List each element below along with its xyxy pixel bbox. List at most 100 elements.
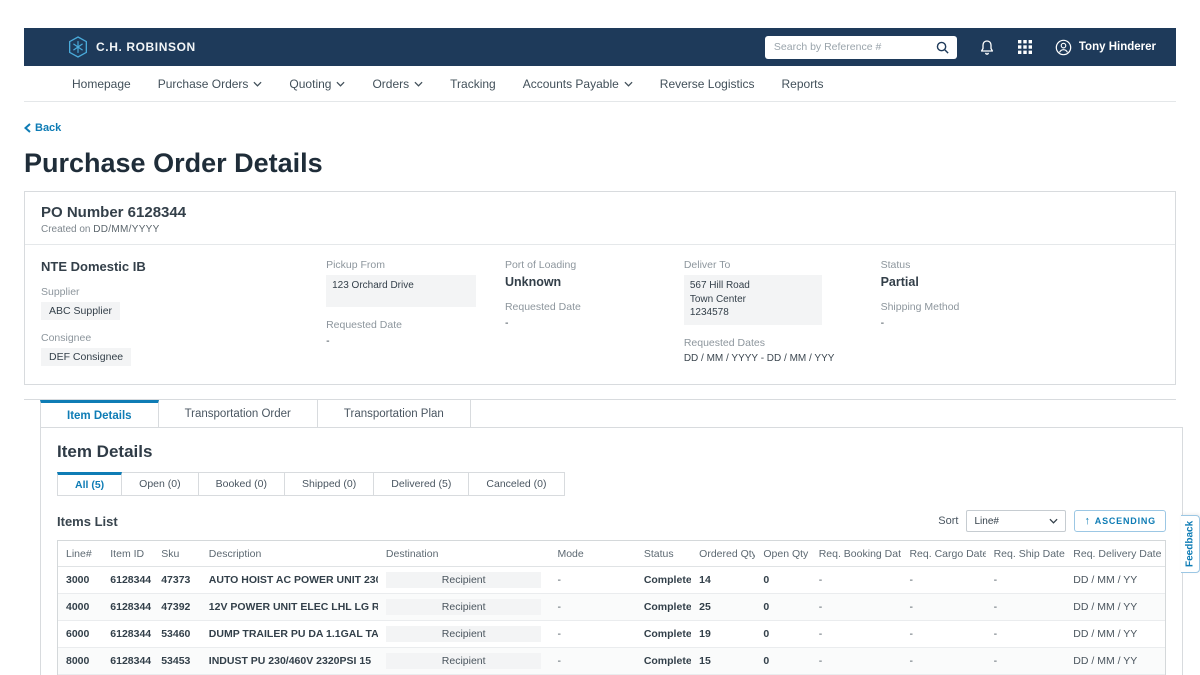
col-sku: Sku (153, 541, 201, 567)
col-line: Line# (58, 541, 102, 567)
nav-accounts-payable[interactable]: Accounts Payable (523, 77, 633, 91)
nav-tracking[interactable]: Tracking (450, 77, 496, 91)
cell-req-booking-date: - (811, 567, 902, 594)
cell-open-qty: 0 (755, 621, 810, 648)
col-status: Status (636, 541, 691, 567)
feedback-button[interactable]: Feedback (1181, 515, 1200, 573)
items-list-heading: Items List (57, 514, 118, 529)
cell-destination: Recipient (378, 621, 550, 648)
port-requested-date-label: Requested Date (505, 301, 684, 313)
filter-tab-shipped[interactable]: Shipped (0) (285, 472, 374, 496)
cell-description: DUMP TRAILER PU DA 1.1GAL TANK (201, 621, 378, 648)
filter-tab-canceled[interactable]: Canceled (0) (469, 472, 564, 496)
global-search (765, 36, 957, 59)
requested-dates-label: Requested Dates (684, 337, 881, 349)
cell-line: 8000 (58, 648, 102, 675)
detail-tabs-section: Item Details Transportation Order Transp… (24, 399, 1176, 675)
nav-orders[interactable]: Orders (372, 77, 423, 91)
pickup-from-label: Pickup From (326, 259, 505, 271)
cell-req-ship-date: - (986, 594, 1066, 621)
sort-direction-button[interactable]: ↑ ASCENDING (1074, 510, 1166, 532)
detail-tabstrip: Item Details Transportation Order Transp… (24, 400, 1176, 428)
cell-sku: 53453 (153, 648, 201, 675)
items-table: Line# Item ID Sku Description Destinatio… (57, 540, 1166, 675)
cell-mode: - (549, 567, 635, 594)
cell-req-booking-date: - (811, 621, 902, 648)
search-input[interactable] (765, 36, 957, 59)
cell-item-id: 6128344 (102, 621, 153, 648)
nav-homepage[interactable]: Homepage (72, 77, 131, 91)
col-req-delivery-date: Req. Delivery Date (1065, 541, 1165, 567)
cell-status: Complete (636, 621, 691, 648)
cell-req-cargo-date: - (901, 567, 985, 594)
col-description: Description (201, 541, 378, 567)
arrow-up-icon: ↑ (1084, 515, 1090, 527)
cell-status: Complete (636, 594, 691, 621)
status-value: Partial (881, 275, 1159, 289)
sort-controls: Sort Line# ↑ ASCENDING (938, 510, 1166, 532)
supplier-label: Supplier (41, 286, 326, 298)
cell-req-ship-date: - (986, 648, 1066, 675)
deliver-to-label: Deliver To (684, 259, 881, 271)
cell-ordered-qty: 15 (691, 648, 755, 675)
app-header: C.H. ROBINSON (24, 28, 1176, 66)
page-title: Purchase Order Details (24, 148, 1176, 179)
deliver-to-value: 567 Hill Road Town Center 1234578 (684, 275, 822, 325)
tab-transportation-order[interactable]: Transportation Order (159, 400, 318, 429)
user-menu[interactable]: Tony Hinderer (1055, 39, 1156, 56)
cell-req-booking-date: - (811, 648, 902, 675)
cell-ordered-qty: 25 (691, 594, 755, 621)
cell-req-cargo-date: - (901, 594, 985, 621)
table-row: 8000 6128344 53453 INDUST PU 230/460V 23… (58, 648, 1165, 675)
cell-req-cargo-date: - (901, 621, 985, 648)
filter-tab-all[interactable]: All (5) (57, 472, 122, 496)
port-requested-date-value: - (505, 317, 684, 329)
po-summary-card: PO Number 6128344 Created on DD/MM/YYYY … (24, 191, 1176, 385)
col-req-ship-date: Req. Ship Date (986, 541, 1066, 567)
nav-reverse-logistics[interactable]: Reverse Logistics (660, 77, 755, 91)
col-req-cargo-date: Req. Cargo Date (901, 541, 985, 567)
supplier-value: ABC Supplier (41, 302, 120, 320)
col-mode: Mode (549, 541, 635, 567)
cell-req-delivery-date: DD / MM / YY (1065, 567, 1165, 594)
brand-logo[interactable]: C.H. ROBINSON (68, 36, 196, 58)
status-label: Status (881, 259, 1159, 271)
table-row: 4000 6128344 47392 12V POWER UNIT ELEC L… (58, 594, 1165, 621)
item-details-heading: Item Details (57, 442, 1166, 462)
cell-sku: 47392 (153, 594, 201, 621)
cell-sku: 47373 (153, 567, 201, 594)
cell-req-cargo-date: - (901, 648, 985, 675)
filter-tab-booked[interactable]: Booked (0) (199, 472, 285, 496)
table-row: 6000 6128344 53460 DUMP TRAILER PU DA 1.… (58, 621, 1165, 648)
cell-ordered-qty: 19 (691, 621, 755, 648)
nav-quoting[interactable]: Quoting (289, 77, 345, 91)
search-icon[interactable] (935, 40, 950, 60)
items-table-body: 3000 6128344 47373 AUTO HOIST AC POWER U… (58, 567, 1165, 675)
cell-description: INDUST PU 230/460V 2320PSI 15 (201, 648, 378, 675)
nav-purchase-orders[interactable]: Purchase Orders (158, 77, 263, 91)
cell-req-delivery-date: DD / MM / YY (1065, 648, 1165, 675)
cell-req-ship-date: - (986, 621, 1066, 648)
tab-transportation-plan[interactable]: Transportation Plan (318, 400, 471, 429)
cell-open-qty: 0 (755, 648, 810, 675)
back-link[interactable]: Back (24, 122, 61, 134)
brand-name: C.H. ROBINSON (96, 40, 196, 54)
notifications-bell-icon[interactable] (979, 39, 995, 56)
cell-line: 6000 (58, 621, 102, 648)
filter-tab-delivered[interactable]: Delivered (5) (374, 472, 469, 496)
cell-mode: - (549, 594, 635, 621)
apps-grid-icon[interactable] (1017, 39, 1033, 55)
tab-item-details[interactable]: Item Details (40, 400, 159, 429)
nav-reports[interactable]: Reports (782, 77, 824, 91)
requested-dates-value: DD / MM / YYYY - DD / MM / YYY (684, 353, 881, 364)
order-type: NTE Domestic IB (41, 259, 326, 274)
po-number: PO Number 6128344 (41, 204, 1159, 221)
filter-tab-open[interactable]: Open (0) (122, 472, 198, 496)
cell-line: 4000 (58, 594, 102, 621)
sort-select[interactable]: Line# (966, 510, 1066, 532)
cell-sku: 53460 (153, 621, 201, 648)
cell-destination: Recipient (378, 648, 550, 675)
col-req-booking-date: Req. Booking Date (811, 541, 902, 567)
cell-ordered-qty: 14 (691, 567, 755, 594)
sort-label: Sort (938, 515, 958, 527)
